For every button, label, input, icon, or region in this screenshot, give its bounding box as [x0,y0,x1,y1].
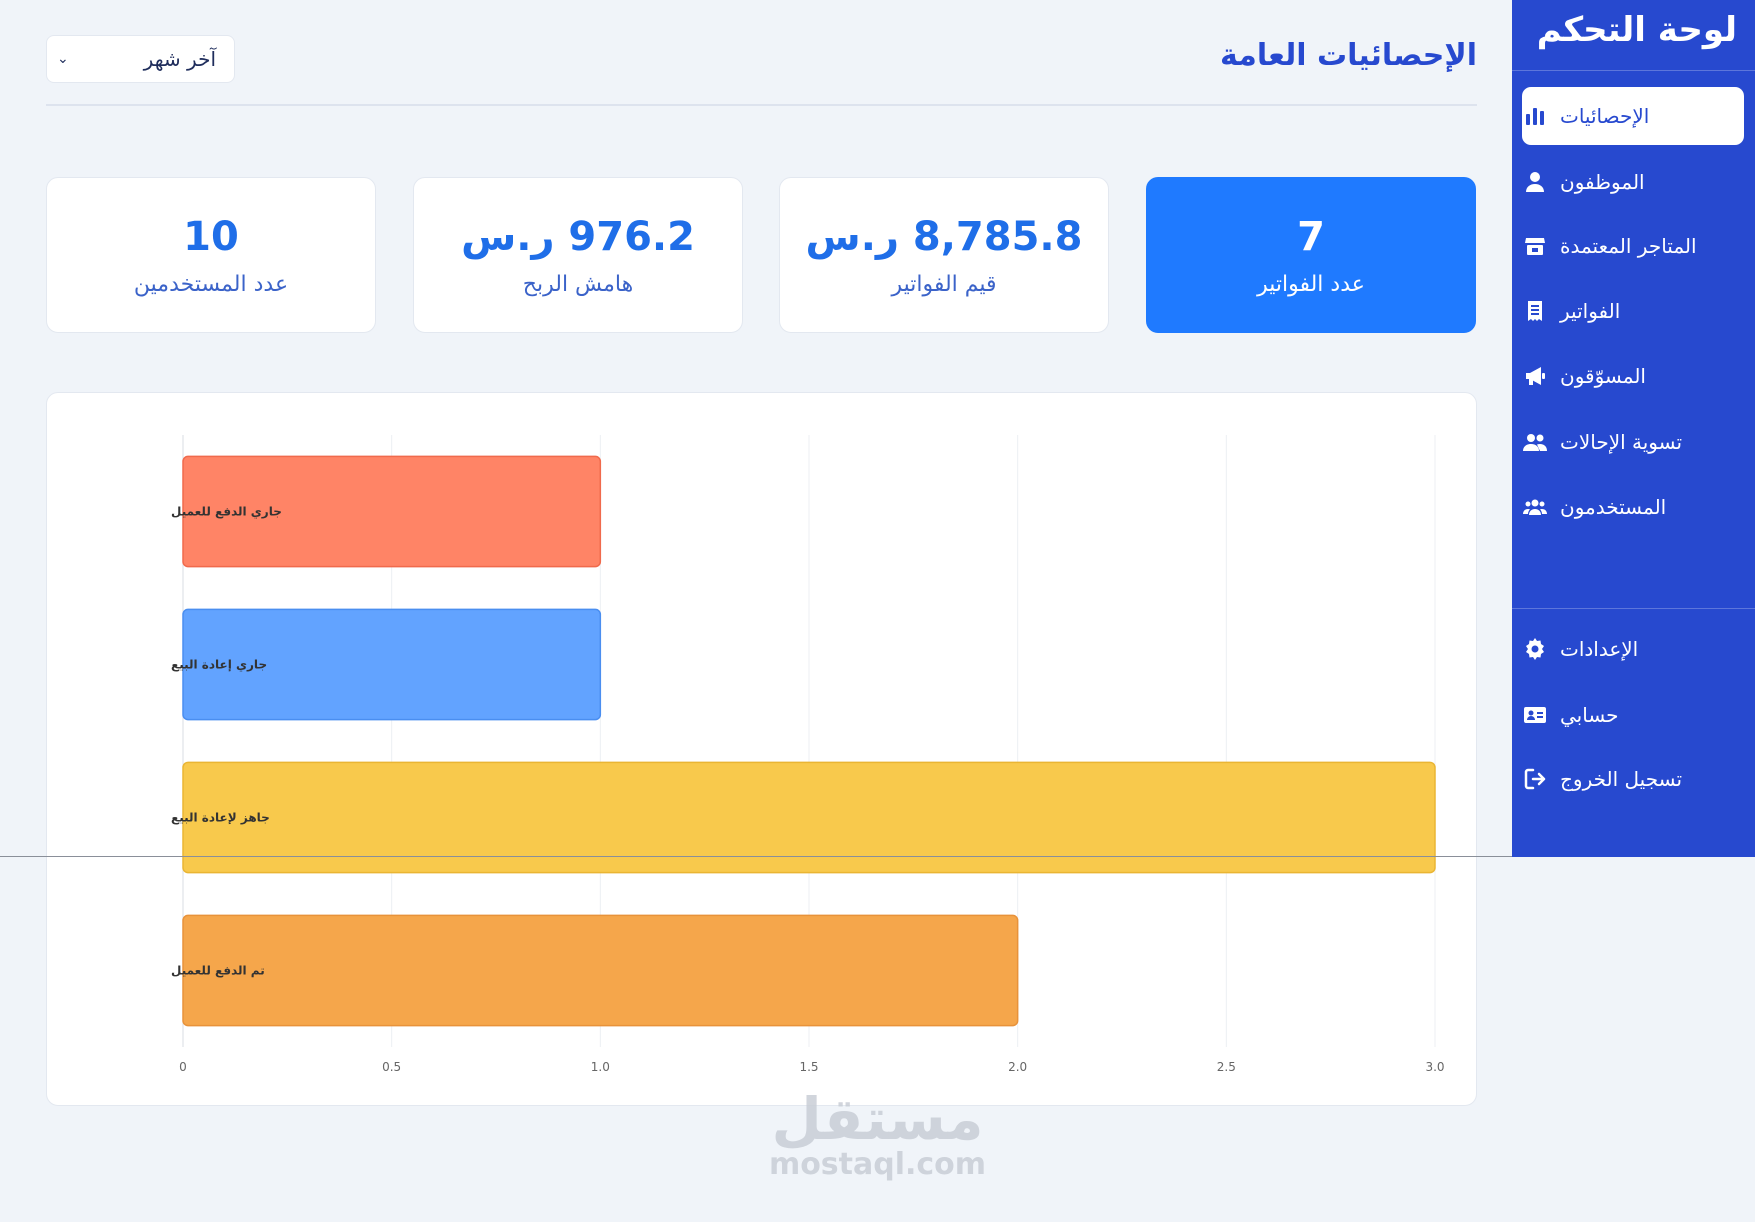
sidebar-item-label: الإعدادات [1560,637,1639,661]
sidebar-item-settings[interactable]: الإعدادات [1522,620,1744,678]
chart-card: 0 0.5 1.0 1.5 2.0 2.5 3.0 جاري الدفع للعميل جاري… [46,392,1477,1106]
chart-bar [182,914,1019,1027]
y-category-label: جاهز لإعادة البيع [171,811,270,825]
sidebar-item-users[interactable]: المستخدمون [1522,478,1744,536]
watermark-english: mostaql.com [768,1147,987,1182]
sidebar-item-invoices[interactable]: الفواتير [1522,282,1744,340]
x-tick-label: 0.5 [382,1060,401,1074]
sidebar-item-logout[interactable]: تسجيل الخروج [1522,750,1744,808]
x-tick-label: 2.0 [1008,1060,1027,1074]
sidebar-item-label: الموظفون [1560,170,1645,194]
watermark-arabic: مستقل [771,1085,984,1153]
sidebar-item-label: المسوّقون [1560,364,1646,388]
sidebar-item-label: تسوية الإحالات [1560,430,1683,454]
id-card-icon [1522,702,1548,728]
sidebar-item-label: تسجيل الخروج [1560,767,1683,791]
header-divider [46,104,1477,106]
stat-card-users-count: 10 عدد المستخدمين [46,177,376,333]
y-category-label: جاري إعادة البيع [171,658,267,672]
divider-line [0,856,1512,857]
logout-icon [1522,766,1548,792]
sidebar-item-label: حسابي [1560,703,1619,727]
stat-card-invoices-value: 8,785.8 ر.س قيم الفواتير [779,177,1109,333]
sidebar-item-stores[interactable]: المتاجر المعتمدة [1522,217,1744,275]
bar-chart-icon [1522,103,1548,129]
period-select-value: آخر شهر [143,47,216,71]
sidebar-item-statistics[interactable]: الإحصائيات [1522,87,1744,145]
x-tick-label: 1.5 [799,1060,818,1074]
x-tick-label: 1.0 [591,1060,610,1074]
stat-label: هامش الربح [522,271,634,297]
users-icon [1522,429,1548,455]
period-select[interactable]: آخر شهر ⌄ [46,35,235,83]
stat-value: 8,785.8 ر.س [805,213,1083,260]
stat-value: 10 [183,213,239,260]
y-category-label: تم الدفع للعميل [171,964,265,978]
sidebar-item-label: المستخدمون [1560,495,1667,519]
stat-card-profit-margin: 976.2 ر.س هامش الربح [413,177,743,333]
sidebar: لوحة التحكم الإحصائيات الموظفون المتاجر … [1512,0,1755,857]
sidebar-item-account[interactable]: حسابي [1522,686,1744,744]
stat-value: 7 [1297,213,1325,260]
gear-icon [1522,636,1548,662]
stat-value: 976.2 ر.س [461,213,695,260]
stat-card-invoices-count: 7 عدد الفواتير [1146,177,1476,333]
stat-label: عدد المستخدمين [133,271,289,297]
stat-label: عدد الفواتير [1257,271,1365,297]
watermark-logo: مستقل mostaql.com [740,1090,1015,1181]
sidebar-item-referrals[interactable]: تسوية الإحالات [1522,413,1744,471]
store-icon [1522,233,1548,259]
sidebar-divider [1512,70,1755,71]
sidebar-item-label: الفواتير [1560,299,1621,323]
chevron-down-icon: ⌄ [57,51,69,67]
user-icon [1522,169,1548,195]
sidebar-item-label: الإحصائيات [1560,104,1650,128]
x-tick-label: 0 [179,1060,187,1074]
sidebar-title: لوحة التحكم [1536,10,1737,50]
x-tick-label: 3.0 [1425,1060,1444,1074]
sidebar-divider [1512,608,1755,609]
y-category-label: جاري الدفع للعميل [171,505,282,519]
bar-chart: 0 0.5 1.0 1.5 2.0 2.5 3.0 جاري الدفع للعميل جاري… [171,435,1445,1074]
sidebar-item-label: المتاجر المعتمدة [1560,234,1697,258]
sidebar-item-employees[interactable]: الموظفون [1522,153,1744,211]
receipt-icon [1522,298,1548,324]
sidebar-item-marketers[interactable]: المسوّقون [1522,347,1744,405]
users-group-icon [1522,494,1548,520]
x-tick-label: 2.5 [1217,1060,1236,1074]
megaphone-icon [1522,363,1548,389]
stat-label: قيم الفواتير [891,271,997,297]
page-title: الإحصائيات العامة [1220,38,1477,73]
